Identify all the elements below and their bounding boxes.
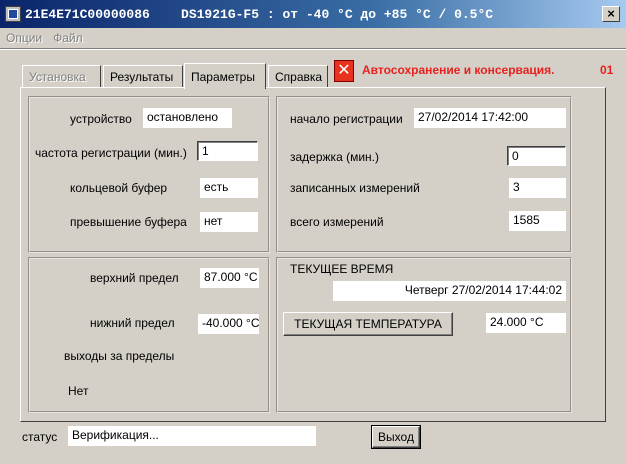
autosave-number: 01 [600, 63, 614, 77]
lower-limit-field: -40.000 °C [198, 314, 259, 334]
out-of-limits-value: Нет [68, 384, 89, 398]
start-field: 27/02/2014 17:42:00 [414, 108, 566, 128]
app-icon[interactable] [5, 6, 21, 22]
tab-parameters[interactable]: Параметры [184, 63, 266, 89]
current-time-label: ТЕКУЩЕЕ ВРЕМЯ [290, 262, 394, 276]
total-field: 1585 [509, 211, 566, 231]
menu-file[interactable]: Файл [47, 31, 88, 45]
current-temperature-field: 24.000 °C [486, 313, 566, 333]
frequency-input[interactable]: 1 [197, 141, 258, 161]
menu-separator [0, 48, 626, 50]
autosave-text: Автосохранение и консервация. [362, 63, 555, 77]
delay-label: задержка (мин.) [290, 150, 379, 164]
exit-button[interactable]: Выход [371, 425, 421, 449]
delay-input[interactable]: 0 [507, 146, 566, 166]
ring-buffer-label: кольцевой буфер [70, 181, 168, 195]
close-button[interactable]: × [602, 6, 620, 22]
status-field: Верификация... [68, 426, 316, 446]
title-bar: 21E4E71C00000086 DS1921G-F5 : от -40 °C … [0, 0, 626, 28]
current-temperature-button[interactable]: ТЕКУЩАЯ ТЕМПЕРАТУРА [283, 312, 453, 336]
x-icon[interactable]: ✕ [334, 60, 354, 82]
menu-bar: Опции Файл [0, 28, 626, 48]
out-of-limits-label: выходы за пределы [64, 349, 175, 363]
upper-limit-field: 87.000 °C [200, 268, 259, 288]
lower-limit-label: нижний предел [90, 316, 175, 330]
overflow-label: превышение буфера [70, 215, 187, 229]
ring-buffer-field: есть [200, 178, 258, 198]
overflow-field: нет [200, 212, 258, 232]
current-time-field: Четверг 27/02/2014 17:44:02 [333, 281, 566, 301]
recorded-field: 3 [509, 178, 566, 198]
upper-limit-label: верхний предел [90, 271, 179, 285]
total-label: всего измерений [290, 215, 384, 229]
tab-results[interactable]: Результаты [103, 65, 183, 87]
menu-options[interactable]: Опции [0, 31, 47, 45]
tab-help[interactable]: Справка [268, 65, 328, 87]
device-label: устройство [70, 112, 132, 126]
device-status-field: остановлено [143, 108, 232, 128]
status-label: статус [22, 430, 58, 444]
start-label: начало регистрации [290, 112, 403, 126]
window-title: 21E4E71C00000086 DS1921G-F5 : от -40 °C … [25, 6, 494, 22]
frequency-label: частота регистрации (мин.) [35, 146, 187, 160]
recorded-label: записанных измерений [290, 181, 420, 195]
tab-setup[interactable]: Установка [22, 65, 101, 87]
